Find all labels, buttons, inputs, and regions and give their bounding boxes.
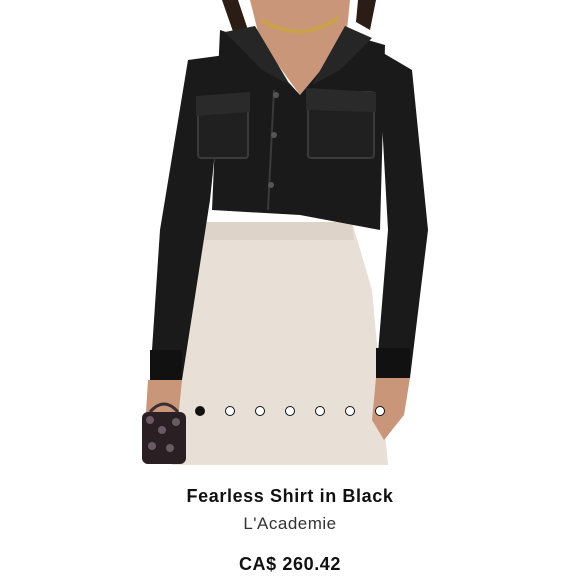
carousel-dot-1[interactable] — [195, 406, 205, 416]
carousel-dot-6[interactable] — [345, 406, 355, 416]
carousel-dot-5[interactable] — [315, 406, 325, 416]
product-card: Fearless Shirt in Black L'Academie CA$ 2… — [0, 0, 580, 580]
product-price: CA$ 260.42 — [238, 554, 342, 574]
carousel-dot-4[interactable] — [285, 406, 295, 416]
product-brand[interactable]: L'Academie — [0, 514, 580, 534]
product-image[interactable] — [0, 0, 580, 465]
carousel-dot-7[interactable] — [375, 406, 385, 416]
product-name: Fearless Shirt in Black — [186, 486, 394, 506]
product-photo-illustration — [142, 0, 428, 465]
carousel-indicator — [0, 406, 580, 416]
carousel-dot-3[interactable] — [255, 406, 265, 416]
carousel-dot-2[interactable] — [225, 406, 235, 416]
